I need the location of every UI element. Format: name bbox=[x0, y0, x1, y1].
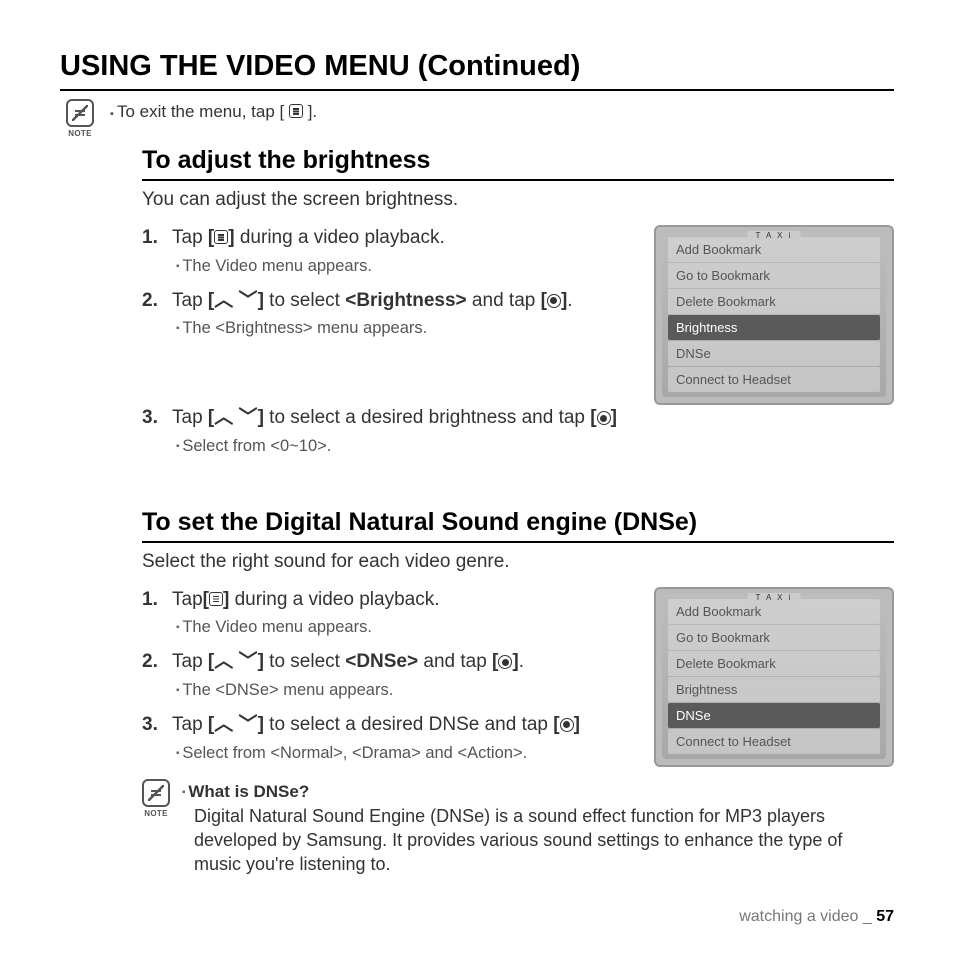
menu-item: DNSe bbox=[668, 341, 880, 366]
brightness-step-2-sub: The <Brightness> menu appears. bbox=[176, 319, 636, 338]
brightness-step-1-sub: The Video menu appears. bbox=[176, 257, 636, 276]
menu-icon bbox=[209, 592, 223, 606]
menu-item-selected: Brightness bbox=[668, 315, 880, 340]
dnse-q: What is DNSe? bbox=[182, 782, 309, 801]
device-screenshot-brightness: T A X i Add Bookmark Go to Bookmark Dele… bbox=[654, 225, 894, 405]
select-icon bbox=[597, 411, 611, 425]
menu-item: Connect to Headset bbox=[668, 729, 880, 754]
page-title: USING THE VIDEO MENU (Continued) bbox=[60, 50, 894, 91]
menu-icon bbox=[214, 230, 228, 244]
down-icon: ﹀ bbox=[239, 290, 258, 311]
brightness-step-3: 3. Tap [︿ ﹀] to select a desired brightn… bbox=[142, 405, 894, 431]
exit-note: NOTE ▪ To exit the menu, tap [ ]. bbox=[60, 99, 894, 138]
up-icon: ︿ bbox=[214, 714, 233, 735]
brightness-intro: You can adjust the screen brightness. bbox=[142, 189, 894, 211]
exit-text-post: ]. bbox=[308, 102, 317, 121]
up-icon: ︿ bbox=[214, 651, 233, 672]
menu-item: Go to Bookmark bbox=[668, 263, 880, 288]
brightness-step-3-sub: Select from <0~10>. bbox=[176, 437, 894, 456]
menu-item: Go to Bookmark bbox=[668, 625, 880, 650]
menu-item: Brightness bbox=[668, 677, 880, 702]
dnse-intro: Select the right sound for each video ge… bbox=[142, 551, 894, 573]
taxi-sign: T A X i bbox=[748, 231, 801, 240]
menu-item: Add Bookmark bbox=[668, 237, 880, 262]
brightness-step-2: 2. Tap [︿ ﹀] to select <Brightness> and … bbox=[142, 288, 636, 314]
dnse-step-3: 3. Tap [︿ ﹀] to select a desired DNSe an… bbox=[142, 712, 636, 738]
dnse-step-3-sub: Select from <Normal>, <Drama> and <Actio… bbox=[176, 744, 636, 763]
dnse-note: NOTE What is DNSe? Digital Natural Sound… bbox=[142, 779, 894, 877]
dnse-a: Digital Natural Sound Engine (DNSe) is a… bbox=[194, 804, 894, 877]
menu-item: Delete Bookmark bbox=[668, 289, 880, 314]
taxi-sign: T A X i bbox=[748, 593, 801, 602]
section-title-brightness: To adjust the brightness bbox=[142, 146, 894, 181]
menu-icon bbox=[289, 104, 303, 118]
dnse-step-2: 2. Tap [︿ ﹀] to select <DNSe> and tap []… bbox=[142, 649, 636, 675]
section-title-dnse: To set the Digital Natural Sound engine … bbox=[142, 508, 894, 543]
dnse-step-2-sub: The <DNSe> menu appears. bbox=[176, 681, 636, 700]
down-icon: ﹀ bbox=[239, 407, 258, 428]
menu-item: Delete Bookmark bbox=[668, 651, 880, 676]
brightness-step-1: 1. Tap [] during a video playback. bbox=[142, 225, 636, 251]
device-screenshot-dnse: T A X i Add Bookmark Go to Bookmark Dele… bbox=[654, 587, 894, 767]
up-icon: ︿ bbox=[214, 290, 233, 311]
dnse-step-1-sub: The Video menu appears. bbox=[176, 618, 636, 637]
menu-item-selected: DNSe bbox=[668, 703, 880, 728]
menu-item: Connect to Headset bbox=[668, 367, 880, 392]
select-icon bbox=[560, 718, 574, 732]
note-icon bbox=[66, 99, 94, 127]
down-icon: ﹀ bbox=[239, 651, 258, 672]
note-icon bbox=[142, 779, 170, 807]
down-icon: ﹀ bbox=[239, 714, 258, 735]
page-footer: watching a video _ 57 bbox=[739, 908, 894, 926]
note-label: NOTE bbox=[144, 809, 167, 818]
bullet-icon: ▪ bbox=[110, 108, 117, 120]
menu-item: Add Bookmark bbox=[668, 599, 880, 624]
up-icon: ︿ bbox=[214, 407, 233, 428]
note-label: NOTE bbox=[68, 129, 91, 138]
exit-text-pre: To exit the menu, tap [ bbox=[117, 102, 284, 121]
dnse-step-1: 1. Tap[] during a video playback. bbox=[142, 587, 636, 613]
select-icon bbox=[547, 294, 561, 308]
select-icon bbox=[498, 655, 512, 669]
